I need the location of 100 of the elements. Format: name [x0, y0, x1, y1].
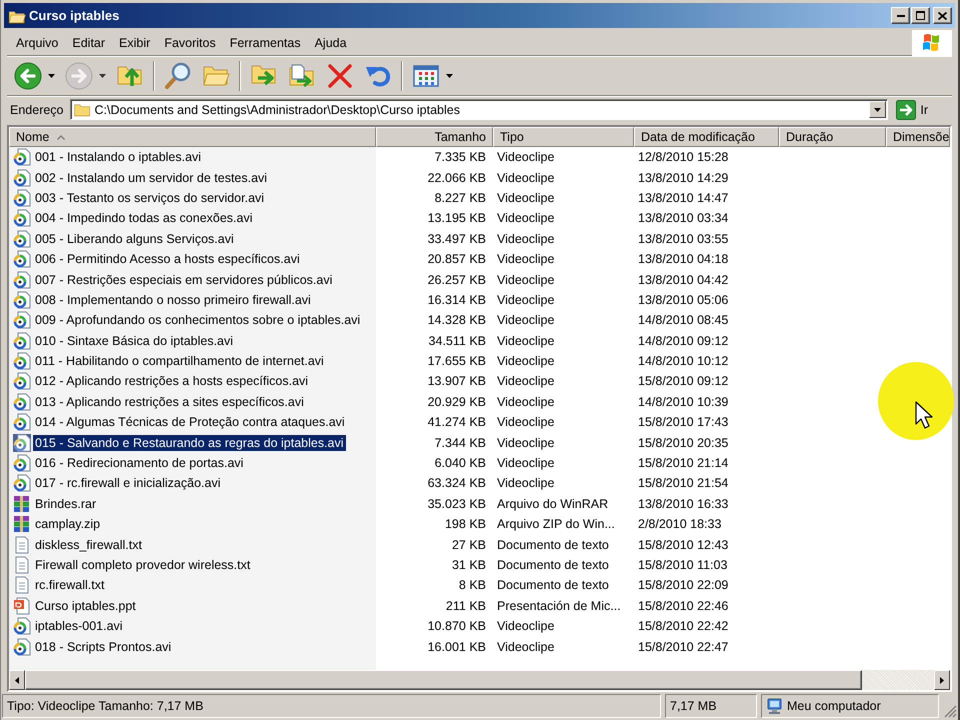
file-type: Videoclipe [497, 190, 554, 205]
file-name[interactable]: 014 - Algumas Técnicas de Proteção contra ataques.avi [33, 414, 347, 430]
left-arrow-icon [15, 676, 19, 684]
menu-item[interactable]: Editar [65, 32, 112, 52]
window-title: Curso iptables [29, 8, 120, 23]
column-header[interactable]: Nome [9, 127, 376, 147]
file-size: 41.274 KB [428, 415, 486, 430]
file-name[interactable]: 016 - Redirecionamento de portas.avi [33, 455, 246, 472]
close-button[interactable] [933, 7, 952, 24]
video-file-icon [13, 270, 31, 289]
file-size: 35.023 KB [428, 496, 486, 511]
file-name[interactable]: Brindes.rar [33, 496, 98, 512]
address-input[interactable]: C:\Documents and Settings\Administrador\Desktop\Curso iptables [94, 102, 866, 116]
file-name[interactable]: 002 - Instalando um servidor de testes.avi [33, 170, 270, 186]
modified-date: 13/8/2010 04:18 [638, 252, 728, 266]
file-type: Presentación de Mic... [497, 598, 621, 613]
column-header[interactable]: Data de modificação [634, 127, 779, 147]
file-name[interactable]: camplay.zip [33, 516, 102, 532]
video-file-icon [13, 290, 31, 309]
file-name[interactable]: 005 - Liberando alguns Serviços.avi [33, 230, 236, 247]
column-header[interactable]: Tamanho [376, 127, 493, 147]
file-name[interactable]: 001 - Instalando o iptables.avi [33, 149, 204, 166]
file-type: Videoclipe [497, 313, 554, 328]
file-size: 20.857 KB [428, 252, 486, 266]
archive-file-icon [13, 494, 31, 513]
modified-date: 13/8/2010 04:42 [638, 272, 728, 287]
file-name[interactable]: 018 - Scripts Prontos.avi [33, 638, 174, 655]
text-file-icon [13, 556, 31, 574]
video-file-icon [13, 332, 31, 350]
file-name[interactable]: 010 - Sintaxe Básica do iptables.avi [33, 332, 236, 349]
modified-date: 12/8/2010 15:28 [638, 150, 728, 164]
menu-item[interactable]: Exibir [112, 32, 158, 52]
status-details: Tipo: Videoclipe Tamanho: 7,17 MB [2, 694, 661, 718]
file-name[interactable]: Curso iptables.ppt [33, 598, 138, 614]
caret-icon [874, 108, 882, 112]
resize-grip-icon[interactable] [943, 704, 957, 718]
scroll-left-button[interactable] [9, 670, 25, 690]
delete-icon [326, 62, 354, 90]
video-file-icon [13, 209, 31, 228]
file-name[interactable]: 013 - Aplicando restrições a sites específicos.avi [33, 394, 306, 410]
video-file-icon [13, 230, 31, 248]
file-name[interactable]: Firewall completo provedor wireless.txt [33, 557, 252, 573]
file-size: 22.066 KB [428, 170, 486, 185]
file-type: Videoclipe [497, 415, 554, 430]
file-type: Videoclipe [497, 354, 554, 368]
file-name[interactable]: 012 - Aplicando restrições a hosts específicos.avi [33, 373, 310, 390]
folder-icon [74, 102, 91, 116]
address-combo-box[interactable]: C:\Documents and Settings\Administrador\Desktop\Curso iptables [70, 99, 888, 120]
go-button[interactable]: Ir [894, 100, 930, 120]
menu-item[interactable]: Arquivo [9, 32, 66, 52]
modified-date: 15/8/2010 22:47 [638, 640, 728, 654]
menu-item[interactable]: Ajuda [308, 32, 354, 52]
dropdown-button[interactable] [869, 101, 886, 118]
file-name[interactable]: diskless_firewall.txt [33, 536, 144, 553]
file-type: Documento de texto [497, 558, 609, 572]
file-name[interactable]: rc.firewall.txt [33, 577, 106, 594]
modified-date: 15/8/2010 11:03 [638, 558, 728, 572]
menu-item[interactable]: Ferramentas [222, 32, 308, 52]
file-size: 8.227 KB [434, 190, 486, 205]
modified-date: 13/8/2010 03:55 [638, 232, 728, 246]
maximize-icon [916, 11, 925, 20]
file-name[interactable]: 007 - Restrições especiais em servidores públicos.avi [33, 272, 334, 288]
menu-item[interactable]: Favoritos [157, 32, 223, 52]
file-type: Videoclipe [497, 272, 554, 287]
file-type: Videoclipe [497, 292, 554, 307]
file-type: Videoclipe [497, 170, 554, 185]
file-name[interactable]: 017 - rc.firewall e inicialização.avi [33, 475, 222, 492]
modified-date: 14/8/2010 09:12 [638, 334, 728, 348]
file-name[interactable]: 008 - Implementando o nosso primeiro firewall.avi [33, 292, 313, 308]
modified-date: 14/8/2010 10:39 [638, 394, 728, 409]
maximize-button[interactable] [911, 7, 930, 24]
video-file-icon [13, 454, 31, 472]
minimize-button[interactable] [891, 7, 910, 24]
column-header[interactable]: Dimensõe [886, 127, 950, 147]
file-name[interactable]: 004 - Impedindo todas as conexões.avi [33, 210, 254, 226]
file-name[interactable]: 006 - Permitindo Acesso a hosts específicos.avi [33, 251, 302, 268]
file-type: Videoclipe [497, 619, 554, 634]
file-name[interactable]: 011 - Habilitando o compartilhamento de internet.avi [33, 353, 326, 370]
video-file-icon [13, 352, 31, 370]
file-size: 27 KB [452, 538, 486, 552]
scroll-right-button[interactable] [934, 670, 950, 690]
video-file-icon [13, 250, 31, 268]
file-size: 211 KB [446, 598, 486, 613]
video-file-icon [13, 413, 31, 432]
file-size: 31 KB [452, 558, 486, 572]
modified-date: 15/8/2010 09:12 [638, 374, 728, 388]
file-type: Videoclipe [497, 394, 554, 409]
file-type: Videoclipe [497, 640, 554, 654]
column-header[interactable]: Tipo [493, 127, 634, 147]
file-name[interactable]: iptables-001.avi [33, 618, 125, 634]
minimize-icon [896, 14, 904, 16]
close-icon [938, 12, 947, 20]
file-size: 17.655 KB [428, 354, 486, 368]
file-size: 8 KB [458, 578, 486, 592]
file-size: 33.497 KB [428, 232, 486, 246]
file-name[interactable]: 009 - Aprofundando os conhecimentos sobre o iptables.avi [33, 312, 362, 328]
file-name[interactable]: 003 - Testanto os serviços do servidor.avi [33, 190, 266, 206]
modified-date: 13/8/2010 05:06 [638, 292, 728, 307]
file-name[interactable]: 015 - Salvando e Restaurando as regras do iptables.avi [33, 434, 346, 451]
column-header[interactable]: Duração [779, 127, 886, 147]
